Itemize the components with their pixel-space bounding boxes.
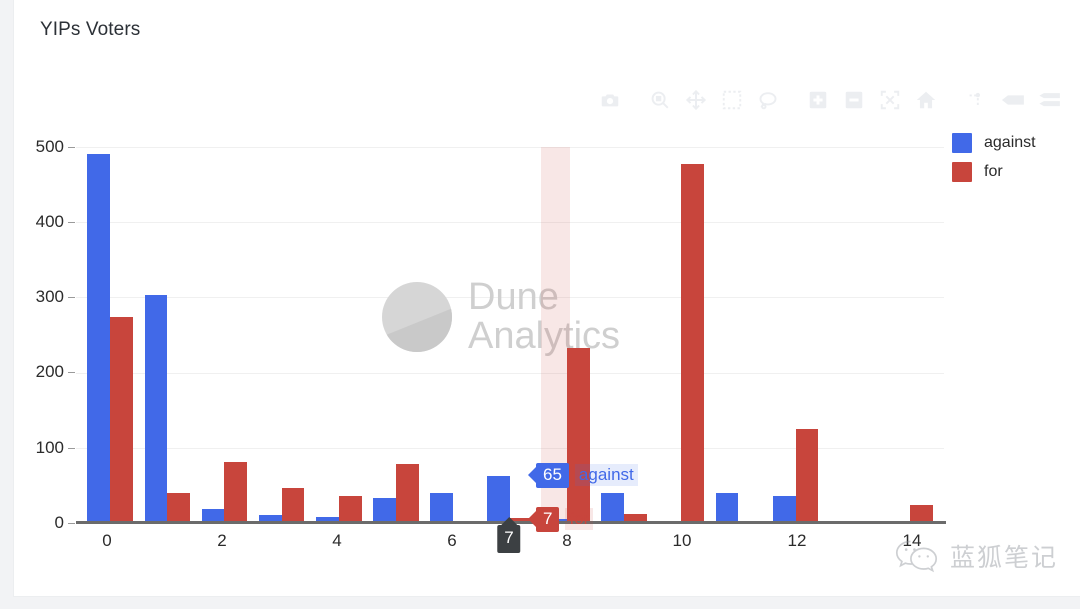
gridline-400: [76, 222, 944, 223]
hover-series-name: against: [574, 464, 638, 487]
plotly-modebar[interactable]: [592, 84, 1066, 116]
autoscale-icon[interactable]: [872, 85, 908, 115]
dune-analytics-watermark: Dune Analytics: [382, 278, 620, 356]
hover-value-box: 65: [536, 463, 569, 488]
x-tick-label: 4: [332, 531, 342, 550]
y-tick-label: 0: [54, 513, 64, 532]
legend-label-against: against: [984, 133, 1036, 151]
legend-swatch-against: [952, 132, 972, 153]
hover-closest-icon[interactable]: [994, 85, 1030, 115]
y-tick-mark: [68, 297, 75, 298]
legend-swatch-for: [952, 161, 972, 182]
lasso-select-icon[interactable]: [750, 85, 786, 115]
modebar-group-hover: [958, 85, 1066, 115]
bar-for-x1[interactable]: [167, 492, 191, 523]
wechat-logo-icon: [895, 539, 941, 573]
bar-for-x12[interactable]: [795, 429, 819, 523]
bar-against-x5[interactable]: [372, 497, 396, 523]
bar-against-x7[interactable]: [487, 476, 510, 523]
bar-for-x0[interactable]: [110, 316, 134, 523]
y-tick-label: 200: [35, 362, 64, 381]
bar-against-x9[interactable]: [601, 493, 625, 523]
bar-for-x8[interactable]: [567, 348, 590, 523]
bar-against-x11[interactable]: [715, 493, 739, 523]
legend[interactable]: against for: [952, 128, 1036, 186]
hover-compare-icon[interactable]: [1030, 85, 1066, 115]
screenshot-root: YIPs Voters 500 400 300 200 100 0 Dune A…: [0, 0, 1080, 609]
toggle-spike-lines-icon[interactable]: [958, 85, 994, 115]
x-hover-spike-label: 7: [497, 525, 521, 553]
box-select-icon[interactable]: [714, 85, 750, 115]
hover-tooltip-for: 7 for: [536, 507, 594, 532]
zoom-out-minus-icon[interactable]: [836, 85, 872, 115]
y-tick-label: 300: [35, 287, 64, 306]
modebar-group-download: [592, 85, 628, 115]
bar-against-x6[interactable]: [430, 493, 453, 523]
hover-tooltip-against: 65 against: [536, 463, 638, 488]
wechat-watermark: 蓝狐笔记: [895, 538, 1058, 574]
legend-label-for: for: [984, 162, 1003, 180]
y-tick-mark: [68, 448, 75, 449]
x-tick-label: 0: [102, 531, 112, 550]
plot-area[interactable]: Dune Analytics: [76, 147, 944, 523]
y-tick-label: 400: [35, 212, 64, 231]
x-tick-label: 10: [672, 531, 692, 550]
pan-move-icon[interactable]: [678, 85, 714, 115]
bar-for-x5[interactable]: [395, 463, 419, 523]
gridline-200: [76, 373, 944, 374]
wechat-label: 蓝狐笔记: [949, 543, 1058, 572]
x-tick-label: 8: [562, 531, 572, 550]
hover-value: 7: [543, 509, 553, 528]
bar-for-x10[interactable]: [681, 163, 705, 523]
zoom-magnifier-icon[interactable]: [642, 85, 678, 115]
page-title: YIPs Voters: [40, 19, 141, 40]
y-tick-mark: [68, 222, 75, 223]
bar-against-x0[interactable]: [87, 154, 111, 523]
x-tick-label: 2: [217, 531, 227, 550]
y-tick-mark: [68, 147, 75, 148]
hover-value: 65: [543, 465, 562, 484]
y-tick-label: 500: [35, 137, 64, 156]
x-tick-label: 12: [787, 531, 807, 550]
hover-value-box: 7: [536, 507, 560, 532]
bar-for-x2[interactable]: [224, 461, 248, 523]
bar-for-x4[interactable]: [338, 496, 362, 523]
y-tick-mark: [68, 372, 75, 373]
legend-item-for[interactable]: for: [952, 157, 1036, 186]
x-tick-label: 6: [447, 531, 457, 550]
bar-against-x1[interactable]: [144, 295, 168, 523]
hover-series-name: for: [565, 508, 594, 531]
legend-item-against[interactable]: against: [952, 128, 1036, 157]
bar-for-x3[interactable]: [281, 488, 305, 523]
modebar-group-zoom: [800, 85, 944, 115]
modebar-group-dragmode: [642, 85, 786, 115]
gridline-300: [76, 297, 944, 298]
download-camera-icon[interactable]: [592, 85, 628, 115]
reset-axes-home-icon[interactable]: [908, 85, 944, 115]
chart-card: YIPs Voters 500 400 300 200 100 0 Dune A…: [14, 0, 1080, 596]
gridline-500: [76, 147, 944, 148]
dune-logo-icon: [382, 281, 452, 352]
zoom-in-plus-icon[interactable]: [800, 85, 836, 115]
y-tick-mark: [68, 523, 75, 524]
bar-against-x12[interactable]: [772, 496, 796, 523]
y-tick-label: 100: [35, 438, 64, 457]
